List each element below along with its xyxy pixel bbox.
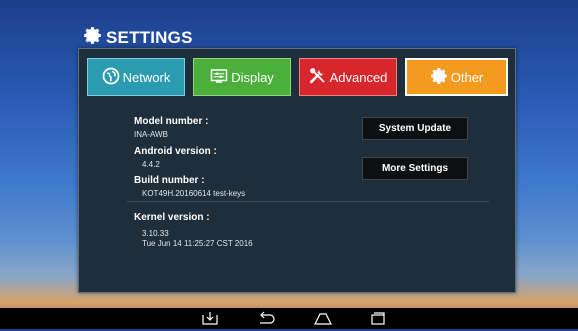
tab-bar: Network Display Advanced Other [87, 58, 509, 98]
tab-display-label: Display [231, 69, 274, 85]
kernel-version-label: Kernel version : [134, 212, 210, 223]
tools-icon [309, 67, 327, 88]
gear-icon [430, 67, 448, 88]
more-settings-button[interactable]: More Settings [362, 157, 468, 180]
build-number-label: Build number : [134, 175, 205, 186]
navigation-bar [0, 308, 578, 329]
globe-icon [102, 67, 120, 88]
tab-network-label: Network [122, 69, 171, 85]
tab-display[interactable]: Display [193, 58, 291, 96]
back-icon[interactable] [256, 311, 276, 326]
tab-other-label: Other [450, 69, 484, 85]
divider [127, 201, 489, 202]
display-icon [210, 67, 228, 88]
page-title: SETTINGS [106, 28, 193, 47]
android-version-label: Android version : [134, 146, 217, 157]
system-update-button[interactable]: System Update [362, 117, 468, 140]
settings-header: SETTINGS [83, 26, 193, 50]
tab-network[interactable]: Network [87, 58, 185, 96]
tab-other[interactable]: Other [405, 58, 508, 96]
kernel-version-line1: 3.10.33 [142, 229, 169, 238]
gear-icon [83, 26, 102, 50]
model-number-value: INA-AWB [134, 130, 168, 139]
home-icon[interactable] [313, 311, 333, 326]
recents-icon[interactable] [368, 311, 388, 326]
android-version-value: 4.4.2 [142, 160, 160, 169]
model-number-label: Model number : [134, 116, 209, 127]
tab-advanced[interactable]: Advanced [299, 58, 397, 96]
build-number-value: KOT49H.20160614 test-keys [142, 189, 246, 198]
settings-panel: Network Display Advanced Other Model num… [78, 48, 516, 293]
kernel-version-line2: Tue Jun 14 11:25:27 CST 2016 [142, 239, 253, 248]
tab-advanced-label: Advanced [329, 69, 388, 85]
download-icon[interactable] [200, 311, 220, 326]
